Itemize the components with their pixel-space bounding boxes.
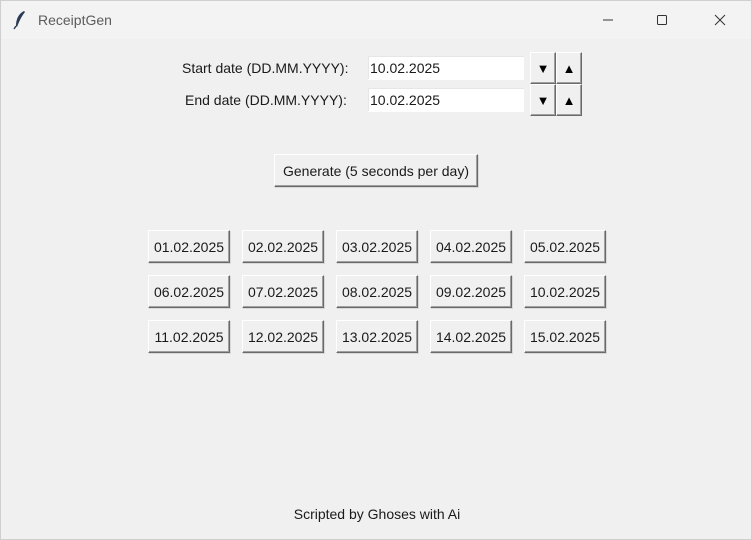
date-button[interactable]: 11.02.2025 — [148, 320, 230, 353]
window-title: ReceiptGen — [38, 12, 112, 28]
date-button[interactable]: 13.02.2025 — [336, 320, 418, 353]
date-button[interactable]: 15.02.2025 — [524, 320, 606, 353]
feather-icon — [13, 11, 25, 30]
date-button[interactable]: 07.02.2025 — [242, 275, 324, 308]
close-button[interactable] — [697, 1, 743, 39]
date-button[interactable]: 14.02.2025 — [430, 320, 512, 353]
generate-button[interactable]: Generate (5 seconds per day) — [274, 154, 478, 187]
start-date-decrement-button[interactable]: ▼ — [530, 52, 556, 84]
arrow-up-icon: ▲ — [562, 92, 576, 108]
arrow-up-icon: ▲ — [562, 60, 576, 76]
footer-credit: Scripted by Ghoses with Ai — [293, 506, 461, 522]
start-date-label: Start date (DD.MM.YYYY): — [182, 60, 349, 76]
end-date-increment-button[interactable]: ▲ — [556, 84, 582, 116]
start-date-increment-button[interactable]: ▲ — [556, 52, 582, 84]
title-bar[interactable]: ReceiptGen — [1, 1, 751, 39]
arrow-down-icon: ▼ — [536, 60, 550, 76]
minimize-button[interactable] — [585, 1, 631, 39]
maximize-icon — [657, 15, 667, 25]
date-button[interactable]: 02.02.2025 — [242, 230, 324, 263]
date-button[interactable]: 04.02.2025 — [430, 230, 512, 263]
arrow-down-icon: ▼ — [536, 92, 550, 108]
date-button[interactable]: 05.02.2025 — [524, 230, 606, 263]
start-date-input[interactable] — [368, 56, 524, 80]
date-button[interactable]: 12.02.2025 — [242, 320, 324, 353]
date-button[interactable]: 06.02.2025 — [148, 275, 230, 308]
end-date-label: End date (DD.MM.YYYY): — [185, 92, 347, 108]
end-date-decrement-button[interactable]: ▼ — [530, 84, 556, 116]
date-button[interactable]: 10.02.2025 — [524, 275, 606, 308]
date-button[interactable]: 01.02.2025 — [148, 230, 230, 263]
app-window: ReceiptGen Start date (DD.MM.YYYY): ▼ ▲ … — [0, 0, 752, 540]
maximize-button[interactable] — [639, 1, 685, 39]
close-icon — [714, 14, 726, 26]
minimize-icon — [603, 19, 613, 21]
end-date-input[interactable] — [368, 88, 524, 112]
date-button[interactable]: 08.02.2025 — [336, 275, 418, 308]
date-button[interactable]: 09.02.2025 — [430, 275, 512, 308]
date-button[interactable]: 03.02.2025 — [336, 230, 418, 263]
